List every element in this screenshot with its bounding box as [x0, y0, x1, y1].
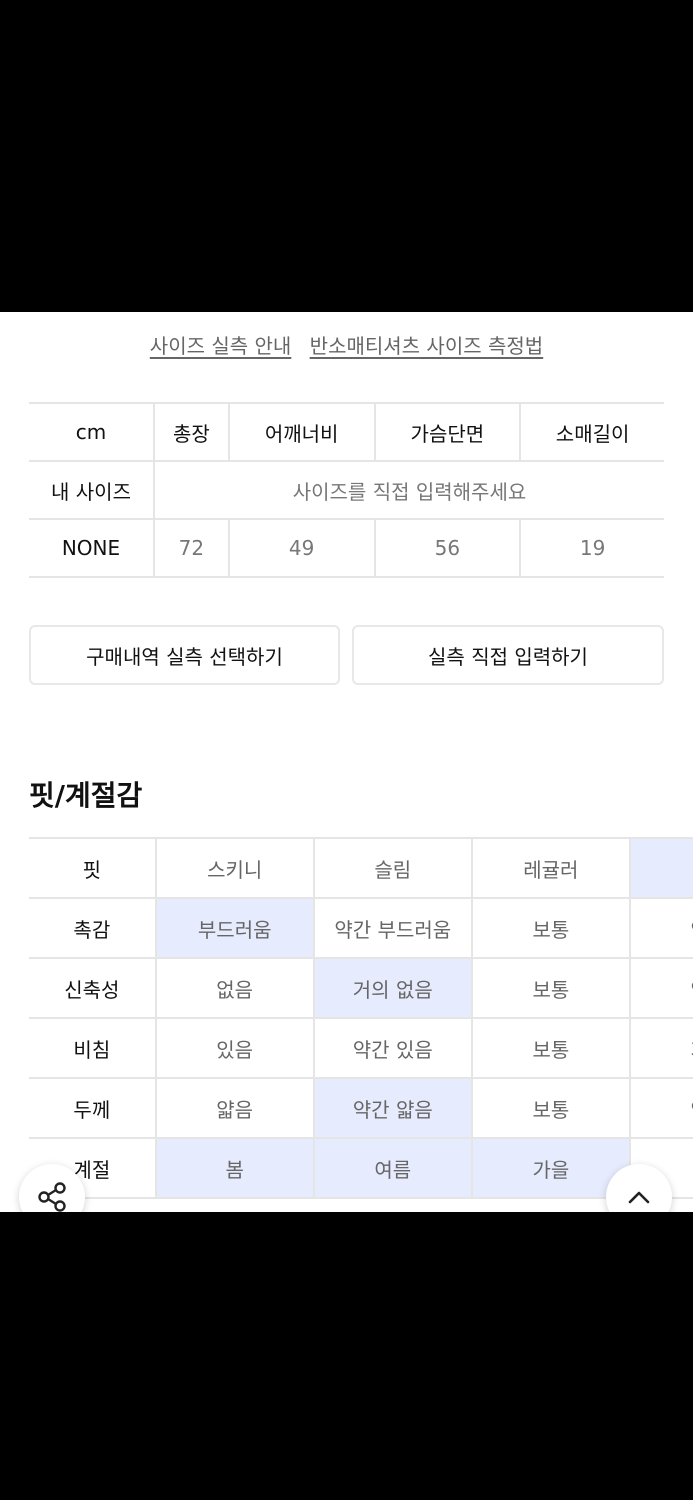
fit-option-cell: 스키니: [154, 837, 315, 899]
fit-season-table: 핏스키니슬림레귤러루촉감부드러움약간 부드러움보통약간신축성없음거의 없음보통약…: [29, 837, 693, 1199]
size-guide-link[interactable]: 사이즈 실측 안내: [150, 334, 292, 358]
purchase-history-measure-button[interactable]: 구매내역 실측 선택하기: [29, 625, 340, 685]
fit-option-cell: 약간: [628, 957, 693, 1019]
size-table: cm 총장 어깨너비 가슴단면 소매길이 내 사이즈 사이즈를 직접 입력해주세…: [29, 402, 664, 578]
fit-option-cell: 보통: [470, 957, 631, 1019]
fit-option-cell: 없음: [154, 957, 315, 1019]
fit-option-cell: 약간: [628, 1077, 693, 1139]
size-value-shoulder: 49: [227, 518, 376, 578]
fit-option-cell: 약간: [628, 897, 693, 959]
table-row: 핏스키니슬림레귤러루: [29, 837, 693, 899]
direct-measure-input-button[interactable]: 실측 직접 입력하기: [352, 625, 664, 685]
fit-option-cell: 슬림: [312, 837, 473, 899]
size-guide-links: 사이즈 실측 안내 반소매티셔츠 사이즈 측정법: [0, 330, 693, 359]
fit-option-cell: 부드러움: [154, 897, 315, 959]
size-header-sleeve: 소매길이: [519, 402, 664, 462]
fit-option-cell: 있음: [154, 1017, 315, 1079]
fit-row-label: 촉감: [29, 897, 157, 959]
fit-option-cell: 약간 얇음: [312, 1077, 473, 1139]
fit-row-label: 핏: [29, 837, 157, 899]
size-header-total-length: 총장: [153, 402, 230, 462]
table-row: 촉감부드러움약간 부드러움보통약간: [29, 897, 693, 959]
fit-option-cell: 루: [628, 837, 693, 899]
table-row: 계절봄여름가을겨: [29, 1137, 693, 1199]
size-header-chest: 가슴단면: [373, 402, 522, 462]
fit-row-label: 두께: [29, 1077, 157, 1139]
table-row: 신축성없음거의 없음보통약간: [29, 957, 693, 1019]
fit-row-label: 신축성: [29, 957, 157, 1019]
size-header-shoulder: 어깨너비: [227, 402, 376, 462]
fit-option-cell: 여름: [312, 1137, 473, 1199]
fit-option-cell: 보통: [470, 1017, 631, 1079]
table-row: 두께얇음약간 얇음보통약간: [29, 1077, 693, 1139]
fit-option-cell: 레귤러: [470, 837, 631, 899]
fit-option-cell: 약간 부드러움: [312, 897, 473, 959]
fit-option-cell: 보통: [470, 1077, 631, 1139]
fit-option-cell: 거의 없음: [312, 957, 473, 1019]
fit-option-cell: 보통: [470, 897, 631, 959]
my-size-prompt[interactable]: 사이즈를 직접 입력해주세요: [153, 460, 664, 520]
my-size-row[interactable]: 내 사이즈 사이즈를 직접 입력해주세요: [29, 460, 664, 520]
size-row-label: NONE: [29, 518, 155, 578]
size-table-header-row: cm 총장 어깨너비 가슴단면 소매길이: [29, 402, 664, 462]
fit-option-cell: 봄: [154, 1137, 315, 1199]
measure-guide-link[interactable]: 반소매티셔츠 사이즈 측정법: [310, 334, 544, 358]
my-size-label: 내 사이즈: [29, 460, 155, 520]
fit-option-cell: 얇음: [154, 1077, 315, 1139]
fit-option-cell: 약간 있음: [312, 1017, 473, 1079]
size-header-unit: cm: [29, 402, 155, 462]
table-row: 비침있음약간 있음보통거의: [29, 1017, 693, 1079]
fit-row-label: 비침: [29, 1017, 157, 1079]
size-value-total-length: 72: [153, 518, 230, 578]
size-value-chest: 56: [373, 518, 522, 578]
size-value-sleeve: 19: [519, 518, 664, 578]
table-row: NONE 72 49 56 19: [29, 518, 664, 578]
section-title-fit-season: 핏/계절감: [29, 779, 143, 812]
chevron-up-icon: [628, 1191, 650, 1204]
product-detail-content: 사이즈 실측 안내 반소매티셔츠 사이즈 측정법 cm 총장 어깨너비 가슴단면…: [0, 312, 693, 1212]
fit-option-cell: 거의: [628, 1017, 693, 1079]
share-icon: [38, 1182, 66, 1212]
